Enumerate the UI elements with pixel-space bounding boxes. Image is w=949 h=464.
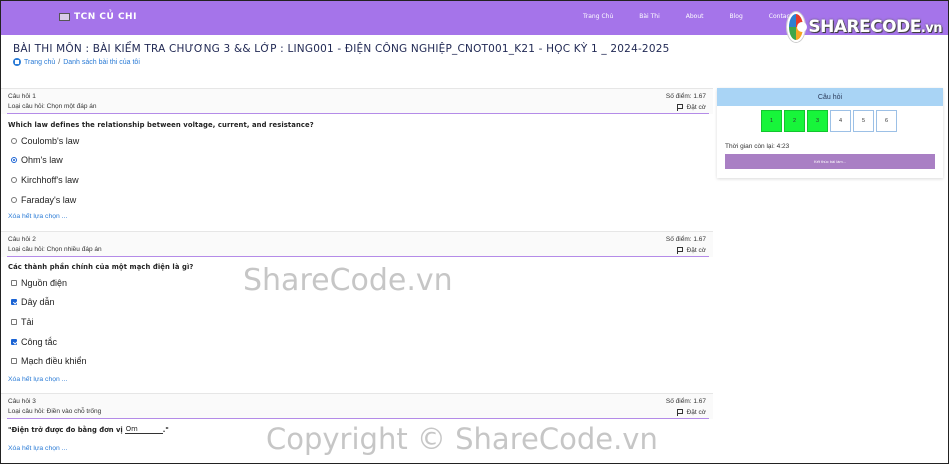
navigator-title: Câu hỏi: [717, 88, 943, 106]
question-score: Số điểm: 1.67: [665, 236, 706, 243]
option-radio[interactable]: Ohm's law: [11, 155, 63, 165]
nav-item-blog[interactable]: Blog: [730, 13, 743, 20]
sharecode-logo-text: SHARECODE.vn: [808, 17, 942, 37]
checkbox-checked[interactable]: [11, 339, 17, 345]
option-label: Coulomb's law: [21, 136, 80, 146]
clear-selection-link[interactable]: Xóa hết lựa chọn ...: [8, 213, 67, 220]
question-box[interactable]: 4: [830, 110, 851, 132]
divider: [7, 256, 709, 257]
radio-button[interactable]: [11, 138, 17, 144]
question-box[interactable]: 6: [876, 110, 897, 132]
option-label: Faraday's law: [21, 195, 77, 205]
sharecode-logo: SHARECODE.vn: [787, 8, 943, 46]
checkbox[interactable]: [11, 358, 17, 364]
flag-icon: [676, 104, 683, 111]
flag-button[interactable]: Đặt cờ: [676, 247, 706, 254]
question-text: "Điện trở được đo bằng đơn vị: [8, 425, 123, 434]
checkbox-checked[interactable]: [11, 299, 17, 305]
brand-label: TCN CỦ CHI: [74, 12, 137, 22]
nav-menu: Trang Chủ Bài Thi About Blog Contact: [583, 13, 818, 20]
question-type: Loại câu hỏi: Chọn nhiều đáp án: [8, 246, 102, 253]
nav-item-home[interactable]: Trang Chủ: [583, 13, 613, 20]
flag-button[interactable]: Đặt cờ: [676, 104, 706, 111]
home-icon: [13, 58, 21, 66]
question-3-header: Câu hỏi 3 Loại câu hỏi: Điền vào chỗ trố…: [1, 393, 713, 419]
option-label: Công tắc: [21, 337, 58, 347]
page-title: BÀI THI MÔN : BÀI KIỂM TRA CHƯƠNG 3 && L…: [13, 43, 670, 55]
option-radio[interactable]: Kirchhoff's law: [11, 175, 79, 185]
option-label: Tải: [21, 317, 34, 327]
finish-exam-button[interactable]: Kết thúc bài làm...: [725, 154, 935, 169]
option-label: Mạch điều khiển: [21, 356, 87, 366]
watermark: ShareCode.vn: [243, 263, 453, 298]
divider: [7, 113, 709, 114]
flag-button[interactable]: Đặt cờ: [676, 409, 706, 416]
option-checkbox[interactable]: Dây dẫn: [11, 297, 55, 307]
question-navigator: Câu hỏi 1 2 3 4 5 6 Thời gian còn lại: 4…: [717, 88, 943, 178]
question-1-header: Câu hỏi 1 Loại câu hỏi: Chọn một đáp án …: [1, 88, 713, 114]
option-radio[interactable]: Coulomb's law: [11, 136, 79, 146]
nav-item-exams[interactable]: Bài Thi: [639, 13, 660, 20]
checkbox[interactable]: [11, 319, 17, 325]
question-box-answered[interactable]: 3: [807, 110, 828, 132]
flag-label: Đặt cờ: [686, 247, 706, 254]
flag-icon: [676, 409, 683, 416]
question-type: Loại câu hỏi: Điền vào chỗ trống: [8, 408, 102, 415]
checkbox[interactable]: [11, 280, 17, 286]
question-type: Loại câu hỏi: Chọn một đáp án: [8, 103, 97, 110]
school-icon: [59, 13, 70, 21]
sharecode-logo-icon: [787, 12, 808, 42]
question-number: Câu hỏi 2: [8, 236, 36, 243]
option-label: Nguồn điện: [21, 278, 68, 288]
option-label: Kirchhoff's law: [21, 175, 79, 185]
radio-button[interactable]: [11, 197, 17, 203]
option-checkbox[interactable]: Mạch điều khiển: [11, 356, 87, 366]
question-number: Câu hỏi 1: [8, 93, 36, 100]
question-text: Which law defines the relationship betwe…: [8, 121, 314, 129]
flag-label: Đặt cờ: [686, 409, 706, 416]
question-grid: 1 2 3 4 5 6: [761, 110, 897, 132]
question-number: Câu hỏi 3: [8, 398, 36, 405]
time-remaining: Thời gian còn lại: 4:23: [725, 143, 790, 150]
option-checkbox[interactable]: Công tắc: [11, 337, 57, 347]
question-score: Số điểm: 1.67: [665, 93, 706, 100]
radio-button-selected[interactable]: [11, 157, 17, 163]
brand[interactable]: TCN CỦ CHI: [59, 12, 137, 22]
question-box-answered[interactable]: 1: [761, 110, 782, 132]
fill-blank-question: "Điện trở được đo bằng đơn vị Om .": [8, 425, 169, 434]
watermark-copyright: Copyright © ShareCode.vn: [266, 422, 658, 456]
option-checkbox[interactable]: Tải: [11, 317, 34, 327]
question-score: Số điểm: 1.67: [665, 398, 706, 405]
flag-icon: [676, 247, 683, 254]
clear-selection-link[interactable]: Xóa hết lựa chọn ...: [8, 445, 67, 452]
app-frame: TCN CỦ CHI Trang Chủ Bài Thi About Blog …: [0, 0, 949, 464]
nav-item-about[interactable]: About: [686, 13, 704, 20]
option-radio[interactable]: Faraday's law: [11, 195, 76, 205]
breadcrumb-separator: /: [58, 58, 61, 66]
radio-button[interactable]: [11, 177, 17, 183]
question-box-answered[interactable]: 2: [784, 110, 805, 132]
flag-label: Đặt cờ: [686, 104, 706, 111]
clear-selection-link[interactable]: Xóa hết lựa chọn ...: [8, 376, 67, 383]
divider: [7, 418, 709, 419]
option-label: Ohm's law: [21, 155, 63, 165]
option-checkbox[interactable]: Nguồn điện: [11, 278, 67, 288]
breadcrumb-home[interactable]: Trang chủ: [24, 59, 55, 66]
question-text-end: .": [162, 425, 169, 434]
breadcrumb-current[interactable]: Danh sách bài thi của tôi: [63, 59, 140, 66]
question-box[interactable]: 5: [853, 110, 874, 132]
question-2-header: Câu hỏi 2 Loại câu hỏi: Chọn nhiều đáp á…: [1, 231, 713, 257]
fill-blank-input[interactable]: Om: [124, 425, 163, 434]
option-label: Dây dẫn: [21, 297, 55, 307]
breadcrumb: Trang chủ / Danh sách bài thi của tôi: [13, 58, 140, 66]
question-text: Các thành phần chính của một mạch điện l…: [8, 263, 194, 271]
